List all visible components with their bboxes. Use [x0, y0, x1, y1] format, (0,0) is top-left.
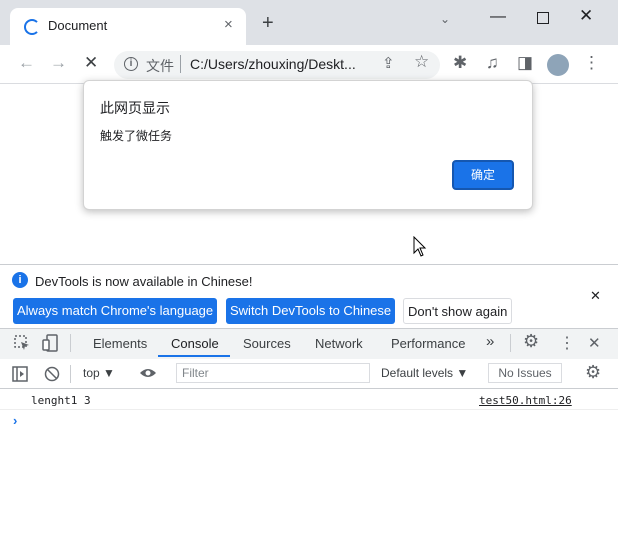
- tab-search-icon[interactable]: ⌄: [440, 12, 450, 26]
- more-tabs-icon[interactable]: »: [486, 333, 494, 350]
- console-log-source-link[interactable]: test50.html:26: [479, 394, 572, 407]
- console-log-message: lenght1 3: [31, 394, 91, 407]
- clear-console-icon[interactable]: [44, 366, 60, 382]
- dialog-message: 触发了微任务: [100, 129, 173, 143]
- dialog-ok-button[interactable]: 确定: [452, 160, 514, 190]
- dialog-title: 此网页显示: [100, 100, 170, 116]
- console-filter-input[interactable]: Filter: [176, 363, 370, 383]
- info-icon: i: [12, 272, 28, 288]
- loading-spinner-icon: [24, 19, 40, 35]
- stop-loading-icon[interactable]: ✕: [84, 53, 98, 73]
- console-prompt[interactable]: ›: [13, 413, 17, 428]
- new-tab-button[interactable]: +: [262, 13, 274, 33]
- maximize-icon[interactable]: [537, 12, 549, 24]
- tab-console[interactable]: Console: [171, 336, 219, 351]
- context-select[interactable]: top ▼: [83, 366, 115, 380]
- tab-performance[interactable]: Performance: [391, 336, 465, 351]
- always-match-language-button[interactable]: Always match Chrome's language: [13, 298, 218, 324]
- dont-show-again-button[interactable]: Don't show again: [403, 298, 513, 324]
- infobar-message: DevTools is now available in Chinese!: [35, 274, 253, 289]
- side-panel-icon[interactable]: ◨: [517, 53, 533, 73]
- inspect-element-icon[interactable]: [14, 335, 30, 351]
- omnibox-divider: [180, 55, 181, 73]
- console-toolbar-divider: [70, 365, 71, 383]
- back-icon[interactable]: ←: [18, 53, 35, 73]
- window-close-icon[interactable]: ✕: [579, 6, 593, 26]
- devtools-divider: [70, 334, 71, 352]
- profile-avatar[interactable]: [547, 54, 569, 76]
- infobar-close-icon[interactable]: ✕: [590, 288, 601, 304]
- device-toolbar-icon[interactable]: [42, 334, 60, 352]
- tab-elements[interactable]: Elements: [93, 336, 147, 351]
- log-levels-dropdown[interactable]: Default levels ▼: [381, 366, 468, 380]
- tab-sources[interactable]: Sources: [243, 336, 291, 351]
- browser-tab[interactable]: Document ×: [10, 8, 246, 45]
- console-settings-icon[interactable]: ⚙: [585, 362, 601, 383]
- url-text[interactable]: C:/Users/zhouxing/Deskt...: [190, 56, 356, 72]
- show-sidebar-icon[interactable]: [12, 366, 28, 382]
- minimize-icon[interactable]: —: [490, 8, 506, 26]
- media-control-icon[interactable]: ♫: [486, 53, 499, 73]
- issues-button[interactable]: No Issues: [488, 363, 562, 383]
- site-info-icon[interactable]: i: [124, 57, 138, 71]
- switch-to-chinese-button[interactable]: Switch DevTools to Chinese: [226, 298, 396, 324]
- tab-close-icon[interactable]: ×: [224, 16, 233, 33]
- log-levels-label: Default levels: [381, 366, 454, 380]
- active-tab-indicator: [158, 355, 230, 357]
- devtools-settings-icon[interactable]: ⚙: [523, 331, 539, 352]
- devtools-divider: [510, 334, 511, 352]
- mouse-pointer-icon: [413, 236, 427, 257]
- share-icon[interactable]: ⇪: [382, 54, 395, 72]
- bookmark-star-icon[interactable]: ☆: [414, 52, 429, 72]
- context-select-value: top: [83, 366, 100, 380]
- tab-network[interactable]: Network: [315, 336, 363, 351]
- extensions-icon[interactable]: ✱: [453, 53, 467, 73]
- devtools-menu-icon[interactable]: ⋮: [559, 333, 575, 353]
- devtools-close-icon[interactable]: ✕: [588, 334, 601, 352]
- live-expression-eye-icon[interactable]: [139, 367, 157, 379]
- tab-title: Document: [48, 18, 108, 33]
- browser-menu-icon[interactable]: ⋮: [583, 53, 600, 73]
- forward-icon[interactable]: →: [50, 53, 67, 73]
- console-row-divider: [0, 409, 618, 410]
- url-scheme-label: 文件: [146, 58, 174, 74]
